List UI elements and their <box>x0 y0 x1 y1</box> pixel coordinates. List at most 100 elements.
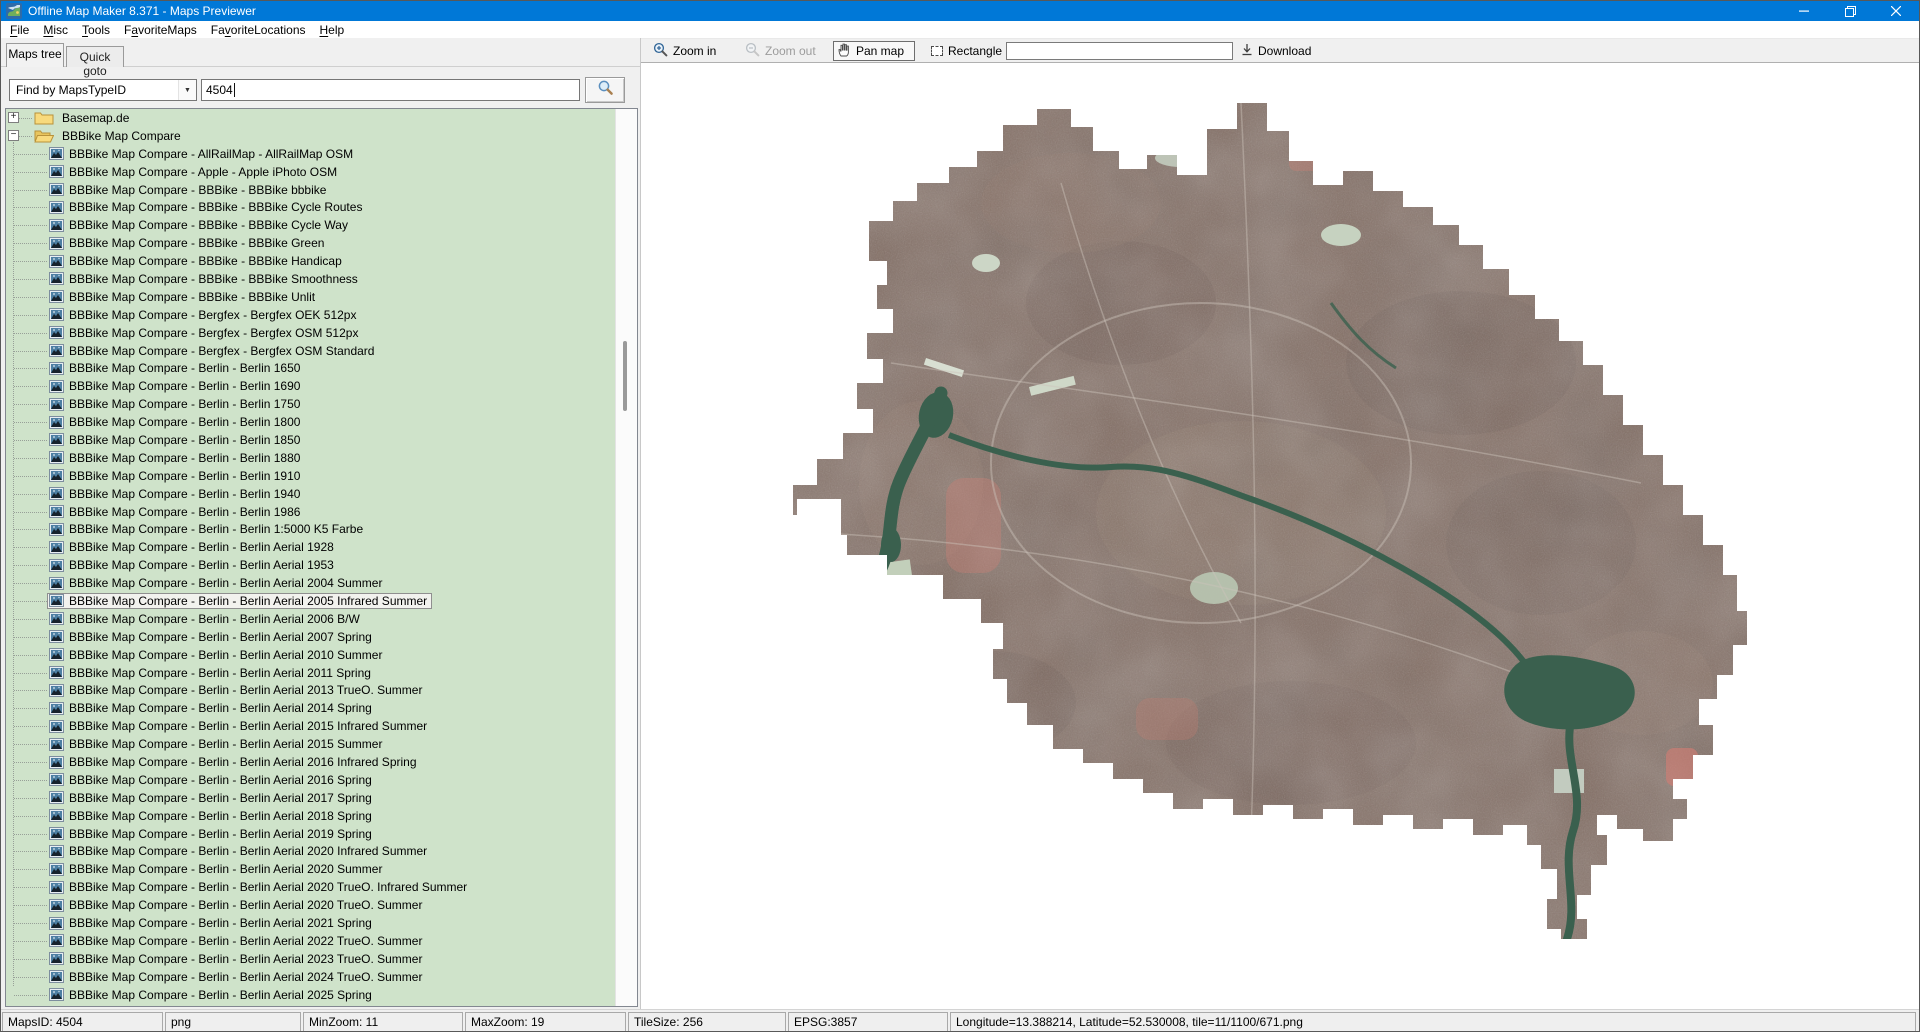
tree-item[interactable]: BBBike Map Compare - Berlin - Berlin Aer… <box>6 610 615 628</box>
tree-item[interactable]: BBBike Map Compare - Berlin - Berlin Aer… <box>6 556 615 574</box>
map-thumbnail-icon <box>49 380 64 393</box>
rectangle-button[interactable]: Rectangle <box>927 41 1006 61</box>
tree-item[interactable]: BBBike Map Compare - Berlin - Berlin 191… <box>6 467 615 485</box>
menu-misc[interactable]: Misc <box>36 22 75 38</box>
tree-item[interactable]: BBBike Map Compare - Berlin - Berlin Aer… <box>6 699 615 717</box>
tree-item[interactable]: BBBike Map Compare - Berlin - Berlin Aer… <box>6 735 615 753</box>
dashed-rectangle-icon <box>931 46 943 56</box>
menu-tools[interactable]: Tools <box>75 22 117 38</box>
tree-item[interactable]: BBBike Map Compare - Berlin - Berlin 165… <box>6 359 615 377</box>
tree-item[interactable]: BBBike Map Compare - Berlin - Berlin Aer… <box>6 932 615 950</box>
menu-help[interactable]: Help <box>313 22 352 38</box>
tree-item[interactable]: BBBike Map Compare - Berlin - Berlin Aer… <box>6 628 615 646</box>
search-button[interactable] <box>585 77 625 103</box>
tree-connector <box>14 905 47 906</box>
map-thumbnail-icon <box>49 398 64 411</box>
scrollbar-thumb[interactable] <box>623 341 627 411</box>
close-button[interactable] <box>1873 1 1919 21</box>
tab-quick-goto[interactable]: Quick goto <box>66 46 124 67</box>
tree-item[interactable]: BBBike Map Compare - Berlin - Berlin Aer… <box>6 717 615 735</box>
tree-item[interactable]: BBBike Map Compare - Berlin - Berlin 169… <box>6 377 615 395</box>
tree-connector <box>14 637 47 638</box>
tree-connector <box>14 923 47 924</box>
menu-favoritemaps[interactable]: FavoriteMaps <box>117 22 204 38</box>
tree-item[interactable]: BBBike Map Compare - BBBike - BBBike Han… <box>6 252 615 270</box>
tree-item[interactable]: BBBike Map Compare - Berlin - Berlin Aer… <box>6 968 615 986</box>
tree-item-label: BBBike Map Compare - Apple - Apple iPhot… <box>69 165 337 179</box>
map-thumbnail-icon <box>49 952 64 965</box>
tree-item[interactable]: BBBike Map Compare - Berlin - Berlin Aer… <box>6 592 615 610</box>
find-by-dropdown[interactable]: Find by MapsTypeID ▼ <box>9 79 197 101</box>
tree-item[interactable]: BBBike Map Compare - Bergfex - Bergfex O… <box>6 342 615 360</box>
tab-maps-tree[interactable]: Maps tree <box>6 43 64 67</box>
menu-favoritelocations[interactable]: FavoriteLocations <box>204 22 313 38</box>
tree-item[interactable]: BBBike Map Compare - Berlin - Berlin 1:5… <box>6 520 615 538</box>
status-segment-2: MinZoom: 11 <box>303 1012 463 1032</box>
tree-item[interactable]: BBBike Map Compare - BBBike - BBBike Cyc… <box>6 198 615 216</box>
hand-icon <box>838 43 851 60</box>
restore-button[interactable] <box>1827 1 1873 21</box>
tree-connector <box>14 887 47 888</box>
tree-item-label: BBBike Map Compare - Berlin - Berlin Aer… <box>69 755 417 769</box>
tree-item[interactable]: BBBike Map Compare - Berlin - Berlin Aer… <box>6 574 615 592</box>
tree-item[interactable]: BBBike Map Compare - Berlin - Berlin Aer… <box>6 986 615 1004</box>
pan-map-button[interactable]: Pan map <box>833 41 915 61</box>
tree-item-label: BBBike Map Compare - Berlin - Berlin Aer… <box>69 809 372 823</box>
download-button[interactable]: Download <box>1237 41 1315 61</box>
tree-item[interactable]: BBBike Map Compare - Berlin - Berlin Aer… <box>6 682 615 700</box>
tree-item[interactable]: BBBike Map Compare - BBBike - BBBike Unl… <box>6 288 615 306</box>
tree-item[interactable]: BBBike Map Compare - Bergfex - Bergfex O… <box>6 324 615 342</box>
tree-item-label: BBBike Map Compare - Berlin - Berlin Aer… <box>69 630 372 644</box>
tree-item[interactable]: BBBike Map Compare - AllRailMap - AllRai… <box>6 145 615 163</box>
menu-file[interactable]: File <box>3 22 36 38</box>
status-segment-0: MapsID: 4504 <box>2 1012 163 1032</box>
tree-connector <box>14 583 47 584</box>
tree-item[interactable]: BBBike Map Compare - Bergfex - Bergfex O… <box>6 306 615 324</box>
tree-item[interactable]: BBBike Map Compare - Berlin - Berlin 188… <box>6 449 615 467</box>
tree-item[interactable]: BBBike Map Compare - Berlin - Berlin 198… <box>6 503 615 521</box>
tree-item[interactable]: BBBike Map Compare - BBBike - BBBike Cyc… <box>6 216 615 234</box>
map-thumbnail-icon <box>49 433 64 446</box>
tree-item[interactable]: BBBike Map Compare - Berlin - Berlin Aer… <box>6 789 615 807</box>
tree-item[interactable]: BBBike Map Compare - Apple - Apple iPhot… <box>6 163 615 181</box>
tree-item[interactable]: BBBike Map Compare - BBBike - BBBike Gre… <box>6 234 615 252</box>
tree-item[interactable]: BBBike Map Compare - Berlin - Berlin Aer… <box>6 825 615 843</box>
tree-item[interactable]: BBBike Map Compare - Berlin - Berlin 180… <box>6 413 615 431</box>
tree-item[interactable]: BBBike Map Compare - Berlin - Berlin Aer… <box>6 896 615 914</box>
zoom-out-button[interactable]: Zoom out <box>741 41 820 61</box>
tree-item-label: BBBike Map Compare - Bergfex - Bergfex O… <box>69 308 356 322</box>
tree-item-label: BBBike Map Compare - Berlin - Berlin 194… <box>69 487 300 501</box>
tree-item[interactable]: BBBike Map Compare - BBBike - BBBike bbb… <box>6 181 615 199</box>
tree-item[interactable]: BBBike Map Compare - Berlin - Berlin Aer… <box>6 914 615 932</box>
tree-item[interactable]: BBBike Map Compare - Berlin - Berlin 175… <box>6 395 615 413</box>
tree-item[interactable]: BBBike Map Compare - Berlin - Berlin 194… <box>6 485 615 503</box>
tree-item[interactable]: BBBike Map Compare - Berlin - Berlin Aer… <box>6 950 615 968</box>
chevron-down-icon[interactable]: ▼ <box>178 80 196 100</box>
map-toolbar-input[interactable] <box>1006 42 1233 60</box>
tree-folder[interactable]: −BBBike Map Compare <box>6 127 615 145</box>
tree-vertical-scrollbar[interactable] <box>615 109 637 1006</box>
tree-item[interactable]: BBBike Map Compare - Berlin - Berlin 185… <box>6 431 615 449</box>
zoom-in-button[interactable]: Zoom in <box>649 41 720 61</box>
tree-item[interactable]: BBBike Map Compare - Berlin - Berlin Aer… <box>6 538 615 556</box>
tree-item[interactable]: BBBike Map Compare - Berlin - Berlin Aer… <box>6 646 615 664</box>
tree-item[interactable]: BBBike Map Compare - Berlin - Berlin Aer… <box>6 860 615 878</box>
expand-icon[interactable]: + <box>8 112 19 123</box>
minimize-button[interactable] <box>1781 1 1827 21</box>
tree-connector <box>14 995 47 996</box>
tree-item-label: BBBike Map Compare - BBBike - BBBike Unl… <box>69 290 315 304</box>
tree-item[interactable]: BBBike Map Compare - Berlin - Berlin Aer… <box>6 664 615 682</box>
tree-item[interactable]: BBBike Map Compare - Berlin - Berlin Aer… <box>6 807 615 825</box>
mapstypeid-search-input[interactable]: 4504 <box>201 79 580 101</box>
tree-connector <box>14 977 47 978</box>
collapse-icon[interactable]: − <box>8 130 19 141</box>
tree-item[interactable]: BBBike Map Compare - Berlin - Berlin Aer… <box>6 843 615 861</box>
tree-item[interactable]: BBBike Map Compare - BBBike - BBBike Smo… <box>6 270 615 288</box>
map-canvas[interactable] <box>641 62 1920 1010</box>
tree-item[interactable]: BBBike Map Compare - Berlin - Berlin Aer… <box>6 878 615 896</box>
tree-item-label: BBBike Map Compare - Berlin - Berlin Aer… <box>69 988 372 1002</box>
tree-item[interactable]: BBBike Map Compare - Berlin - Berlin Aer… <box>6 771 615 789</box>
tree-folder[interactable]: +Basemap.de <box>6 109 615 127</box>
tree-item[interactable]: BBBike Map Compare - Berlin - Berlin Aer… <box>6 753 615 771</box>
tree-item-label: BBBike Map Compare - Berlin - Berlin Aer… <box>69 773 372 787</box>
